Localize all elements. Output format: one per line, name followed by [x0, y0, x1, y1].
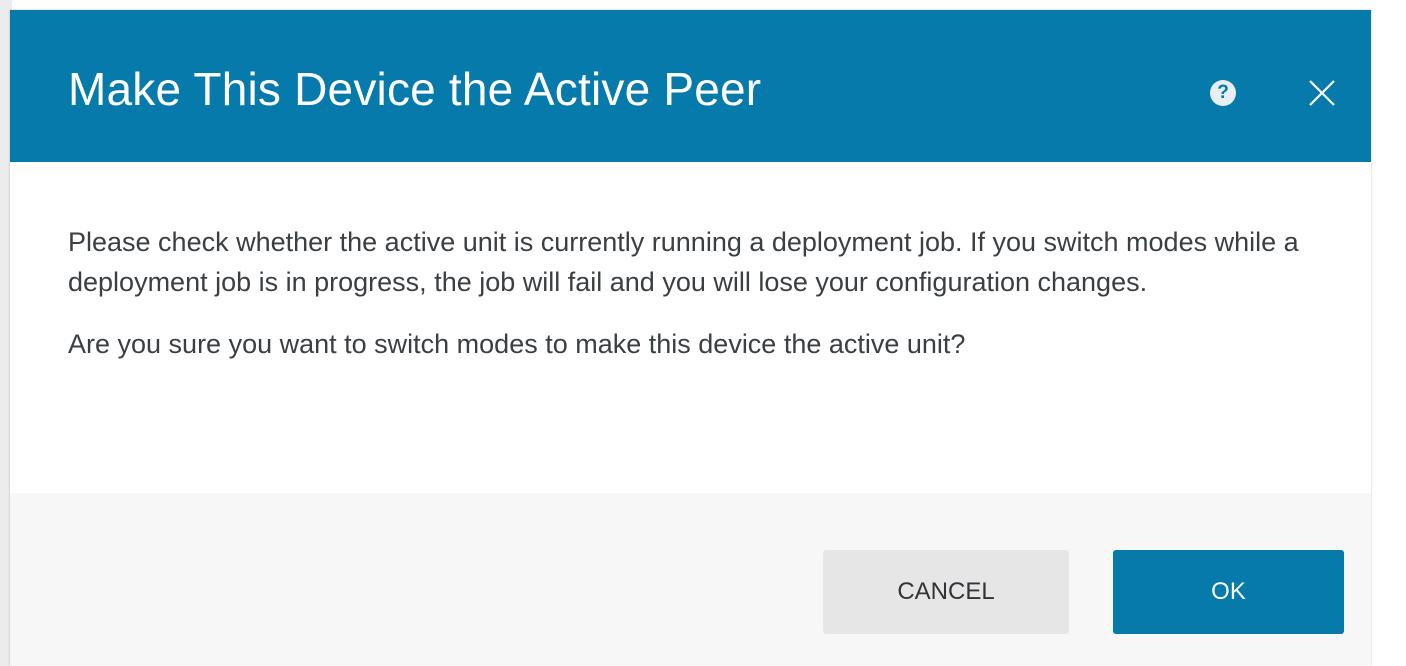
ok-button[interactable]: OK	[1113, 550, 1344, 634]
dialog-body: Please check whether the active unit is …	[68, 222, 1308, 364]
confirm-dialog: Make This Device the Active Peer ? Pleas…	[10, 10, 1371, 666]
dialog-message: Please check whether the active unit is …	[68, 227, 1299, 297]
close-icon[interactable]	[1307, 78, 1337, 108]
cancel-button[interactable]: CANCEL	[823, 550, 1069, 634]
dialog-title: Make This Device the Active Peer	[68, 63, 762, 115]
help-icon[interactable]: ?	[1210, 80, 1236, 106]
dialog-question: Are you sure you want to switch modes to…	[68, 329, 966, 359]
dialog-footer: CANCEL OK	[10, 493, 1371, 666]
dialog-header: Make This Device the Active Peer ?	[10, 10, 1371, 162]
